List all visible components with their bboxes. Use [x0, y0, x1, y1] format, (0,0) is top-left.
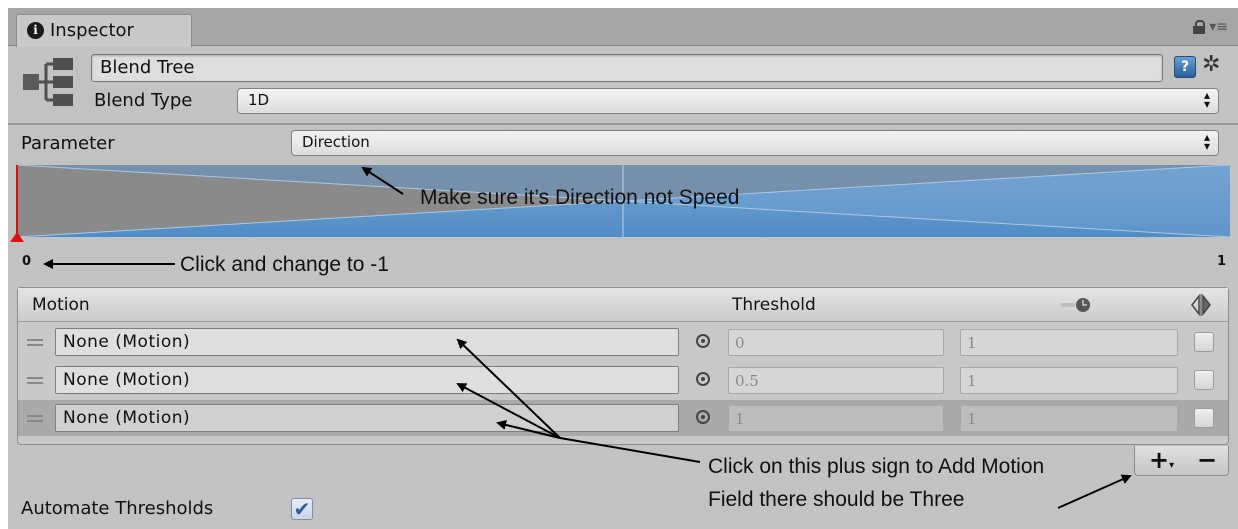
parameter-value: Direction — [302, 133, 370, 151]
annotation-plus-line2: Field there should be Three — [708, 488, 965, 511]
dropdown-arrows-icon: ▴ ▾ — [1203, 88, 1210, 111]
automate-thresholds-label: Automate Thresholds — [21, 498, 214, 519]
remove-motion-button[interactable]: − — [1197, 446, 1217, 474]
name-field[interactable]: Blend Tree — [91, 54, 1163, 82]
tab-inspector[interactable]: i Inspector — [16, 14, 192, 47]
threshold-field[interactable]: 1 — [728, 405, 944, 432]
mirror-checkbox[interactable] — [1194, 408, 1214, 428]
gear-icon[interactable]: ✲ — [1202, 52, 1220, 77]
drag-handle-icon[interactable] — [27, 339, 43, 346]
info-icon: i — [27, 22, 44, 39]
annotation-plus-line1: Click on this plus sign to Add Motion — [708, 455, 1045, 478]
motion-field[interactable]: None (Motion) — [55, 404, 679, 432]
dropdown-arrows-icon: ▴ ▾ — [1203, 130, 1210, 153]
blend-tree-icon — [23, 58, 73, 106]
object-picker-icon[interactable] — [696, 372, 710, 386]
annotation-change-min: Click and change to -1 — [180, 253, 389, 276]
clock-speed-icon — [1061, 298, 1090, 312]
graph-min-label[interactable]: 0 — [22, 254, 31, 269]
tab-bar: i Inspector ▾≡ — [8, 8, 1238, 47]
threshold-header: Threshold — [732, 295, 816, 315]
list-footer-buttons: +▾ − — [1134, 446, 1229, 476]
mirror-checkbox[interactable] — [1194, 332, 1214, 352]
object-picker-icon[interactable] — [696, 410, 710, 424]
blend-type-value: 1D — [248, 91, 270, 109]
drag-handle-icon[interactable] — [27, 415, 43, 422]
blend-type-dropdown[interactable]: 1D ▴ ▾ — [237, 88, 1219, 114]
threshold-field[interactable]: 0.5 — [728, 367, 944, 394]
object-picker-icon[interactable] — [696, 334, 710, 348]
motion-field[interactable]: None (Motion) — [55, 366, 679, 394]
mirror-icon — [1191, 294, 1211, 316]
divider — [8, 123, 1238, 125]
parameter-label: Parameter — [21, 133, 115, 154]
speed-field[interactable]: 1 — [960, 405, 1178, 432]
motion-field[interactable]: None (Motion) — [55, 328, 679, 356]
motion-row[interactable]: None (Motion) 0.5 1 — [18, 362, 1228, 398]
lock-icon[interactable] — [1193, 20, 1205, 34]
motion-list-header: Motion Threshold — [18, 288, 1228, 322]
help-icon[interactable]: ? — [1174, 56, 1196, 78]
motion-list: Motion Threshold None (Motion) 0 1 None … — [17, 287, 1229, 445]
motion-header: Motion — [32, 295, 90, 315]
graph-max-label[interactable]: 1 — [1217, 254, 1226, 269]
motion-row[interactable]: None (Motion) 0 1 — [18, 324, 1228, 360]
automate-thresholds-checkbox[interactable]: ✔ — [291, 498, 313, 520]
tab-label: Inspector — [50, 20, 134, 41]
menu-icon[interactable]: ▾≡ — [1209, 20, 1228, 34]
threshold-field[interactable]: 0 — [728, 329, 944, 356]
mirror-checkbox[interactable] — [1194, 370, 1214, 390]
motion-row-selected[interactable]: None (Motion) 1 1 — [18, 400, 1228, 436]
threshold-marker[interactable] — [16, 165, 18, 237]
parameter-dropdown[interactable]: Direction ▴ ▾ — [291, 130, 1219, 156]
blend-type-label: Blend Type — [94, 90, 193, 111]
drag-handle-icon[interactable] — [27, 377, 43, 384]
speed-field[interactable]: 1 — [960, 367, 1178, 394]
speed-field[interactable]: 1 — [960, 329, 1178, 356]
annotation-direction: Make sure it’s Direction not Speed — [420, 186, 740, 209]
add-motion-button[interactable]: +▾ — [1149, 446, 1174, 480]
threshold-marker-handle[interactable] — [10, 232, 24, 242]
